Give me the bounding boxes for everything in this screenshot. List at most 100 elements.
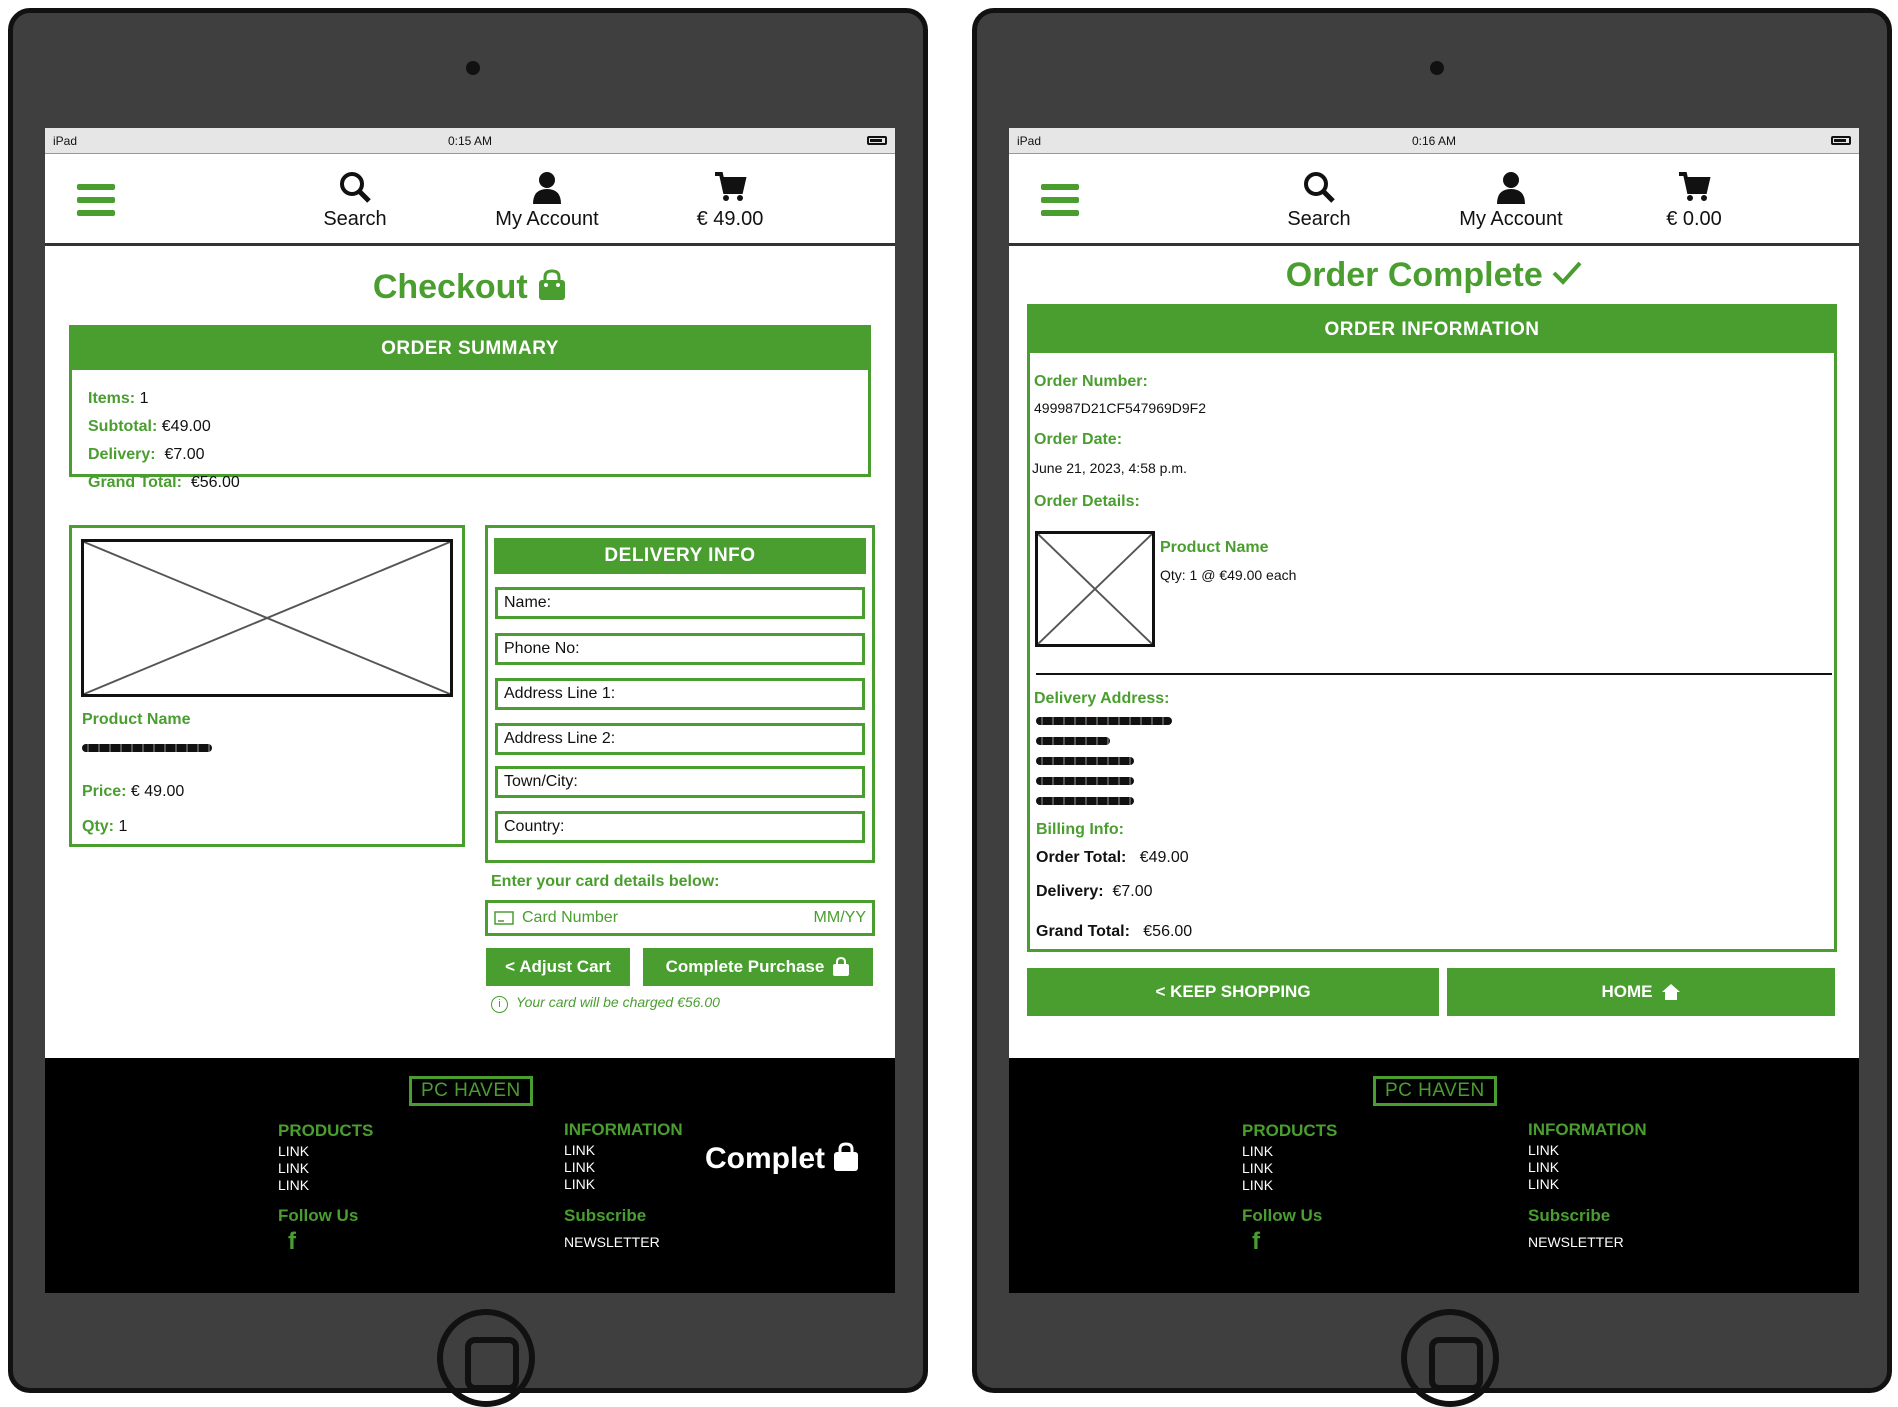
search-nav[interactable]: Search	[305, 170, 405, 231]
cart-nav[interactable]: € 0.00	[1639, 170, 1749, 231]
product-description-scribble	[82, 744, 212, 752]
cart-nav[interactable]: € 49.00	[675, 170, 785, 231]
subscribe-heading: Subscribe	[564, 1206, 647, 1225]
account-nav[interactable]: My Account	[1441, 170, 1581, 231]
product-card: Product Name Price: € 49.00 Qty: 1	[69, 525, 465, 847]
grand-total-row: Grand Total: €56.00	[1036, 923, 1193, 940]
search-icon	[340, 172, 371, 203]
site-footer: PC HAVEN PRODUCTS LINK LINK LINK INFORMATI…	[45, 1058, 895, 1293]
cart-total: € 49.00	[696, 208, 764, 230]
phone-field[interactable]: Phone No:	[495, 633, 865, 665]
card-input[interactable]: Card Number MM/YY	[485, 900, 875, 936]
information-links[interactable]: LINK LINK LINK	[564, 1142, 595, 1193]
information-heading: INFORMATION	[1528, 1120, 1647, 1139]
home-icon	[1661, 984, 1680, 1000]
products-heading: PRODUCTS	[278, 1121, 374, 1140]
facebook-icon[interactable]: f	[1252, 1228, 1260, 1256]
account-label: My Account	[1459, 208, 1563, 230]
cart-icon	[1679, 172, 1711, 201]
cart-icon	[715, 172, 747, 201]
camera	[1430, 61, 1444, 75]
address-line-scribble	[1036, 757, 1134, 765]
hamburger-menu-icon[interactable]	[1041, 184, 1079, 216]
qty-row: Qty: 1	[82, 818, 128, 835]
products-links[interactable]: LINK LINK LINK	[278, 1143, 309, 1194]
search-nav[interactable]: Search	[1269, 170, 1369, 231]
adjust-cart-button[interactable]: < Adjust Cart	[486, 948, 630, 986]
home-hardware-button[interactable]	[437, 1309, 535, 1407]
subtotal-row: Subtotal: €49.00	[88, 418, 211, 435]
card-details-prompt: Enter your card details below:	[491, 873, 720, 890]
address-line2-field[interactable]: Address Line 2:	[495, 723, 865, 755]
delivery-address-label: Delivery Address:	[1034, 690, 1170, 707]
address-line1-field[interactable]: Address Line 1:	[495, 678, 865, 710]
info-icon: i	[491, 996, 508, 1013]
page-title-text: Order Complete	[1285, 256, 1543, 294]
follow-heading: Follow Us	[1242, 1206, 1323, 1225]
search-label: Search	[323, 208, 387, 230]
newsletter-link[interactable]: NEWSLETTER	[564, 1234, 660, 1251]
status-bar: iPad 0:16 AM	[1009, 128, 1859, 154]
order-number-label: Order Number:	[1034, 373, 1148, 390]
newsletter-link[interactable]: NEWSLETTER	[1528, 1234, 1624, 1251]
price-row: Price: € 49.00	[82, 783, 185, 800]
delivery-info-heading: DELIVERY INFO	[494, 538, 866, 574]
user-icon	[533, 172, 561, 204]
name-field[interactable]: Name:	[495, 587, 865, 619]
page-title: Order Complete	[1009, 256, 1859, 295]
camera	[466, 61, 480, 75]
clock: 0:16 AM	[1411, 133, 1457, 148]
status-bar: iPad 0:15 AM	[45, 128, 895, 154]
order-summary-heading: ORDER SUMMARY	[72, 328, 868, 370]
subscribe-heading: Subscribe	[1528, 1206, 1611, 1225]
order-total-row: Order Total: €49.00	[1036, 849, 1189, 866]
grand-total-row: Grand Total: €56.00	[88, 474, 240, 491]
order-date-value: June 21, 2023, 4:58 p.m.	[1032, 460, 1187, 476]
battery-icon	[867, 136, 887, 145]
search-label: Search	[1287, 208, 1351, 230]
hamburger-menu-icon[interactable]	[77, 184, 115, 216]
page-title: Checkout	[45, 268, 895, 307]
product-name: Product Name	[1160, 539, 1269, 556]
footer-logo: PC HAVEN	[409, 1076, 533, 1106]
country-field[interactable]: Country:	[495, 811, 865, 843]
site-footer: PC HAVEN PRODUCTS LINK LINK LINK INFORMATI…	[1009, 1058, 1859, 1293]
information-links[interactable]: LINK LINK LINK	[1528, 1142, 1559, 1193]
complete-purchase-button[interactable]: Complete Purchase	[643, 948, 873, 986]
credit-card-icon	[494, 911, 514, 925]
delivery-info-panel: DELIVERY INFO Name: Phone No: Address Li…	[485, 525, 875, 863]
keep-shopping-button[interactable]: < KEEP SHOPPING	[1027, 968, 1439, 1016]
right-ipad-frame: iPad 0:16 AM Search My Account € 0.00 Or…	[972, 8, 1892, 1407]
page-title-text: Checkout	[372, 268, 528, 306]
right-screen: iPad 0:16 AM Search My Account € 0.00 Or…	[1009, 128, 1859, 1293]
products-links[interactable]: LINK LINK LINK	[1242, 1143, 1273, 1194]
order-details-label: Order Details:	[1034, 493, 1140, 510]
complete-overlay-label: Complet	[705, 1142, 859, 1176]
order-information-panel: ORDER INFORMATION Order Number: 499987D2…	[1027, 304, 1837, 952]
account-label: My Account	[495, 208, 599, 230]
address-line-scribble	[1036, 797, 1134, 805]
home-hardware-button[interactable]	[1401, 1309, 1499, 1407]
order-number-value: 499987D21CF547969D9F2	[1034, 400, 1207, 416]
battery-icon	[1831, 136, 1851, 145]
products-heading: PRODUCTS	[1242, 1121, 1338, 1140]
account-nav[interactable]: My Account	[477, 170, 617, 231]
left-ipad-frame: iPad 0:15 AM Search My Account € 49.00 C…	[8, 8, 928, 1407]
address-line-scribble	[1036, 777, 1134, 785]
checkmark-icon	[1552, 261, 1582, 285]
order-date-label: Order Date:	[1034, 431, 1123, 448]
home-button[interactable]: HOME	[1447, 968, 1835, 1016]
delivery-row: Delivery: €7.00	[1036, 883, 1153, 900]
shopping-bag-icon	[834, 1142, 859, 1171]
clock: 0:15 AM	[447, 133, 493, 148]
billing-info-label: Billing Info:	[1036, 821, 1124, 838]
shopping-bag-icon	[539, 269, 566, 300]
facebook-icon[interactable]: f	[288, 1228, 296, 1256]
lock-bag-icon	[833, 957, 850, 976]
divider	[1036, 673, 1832, 675]
items-row: Items: 1	[88, 390, 149, 407]
delivery-row: Delivery: €7.00	[88, 446, 205, 463]
product-qty: Qty: 1 @ €49.00 each	[1160, 567, 1297, 583]
town-city-field[interactable]: Town/City:	[495, 766, 865, 798]
address-line-scribble	[1036, 737, 1110, 745]
